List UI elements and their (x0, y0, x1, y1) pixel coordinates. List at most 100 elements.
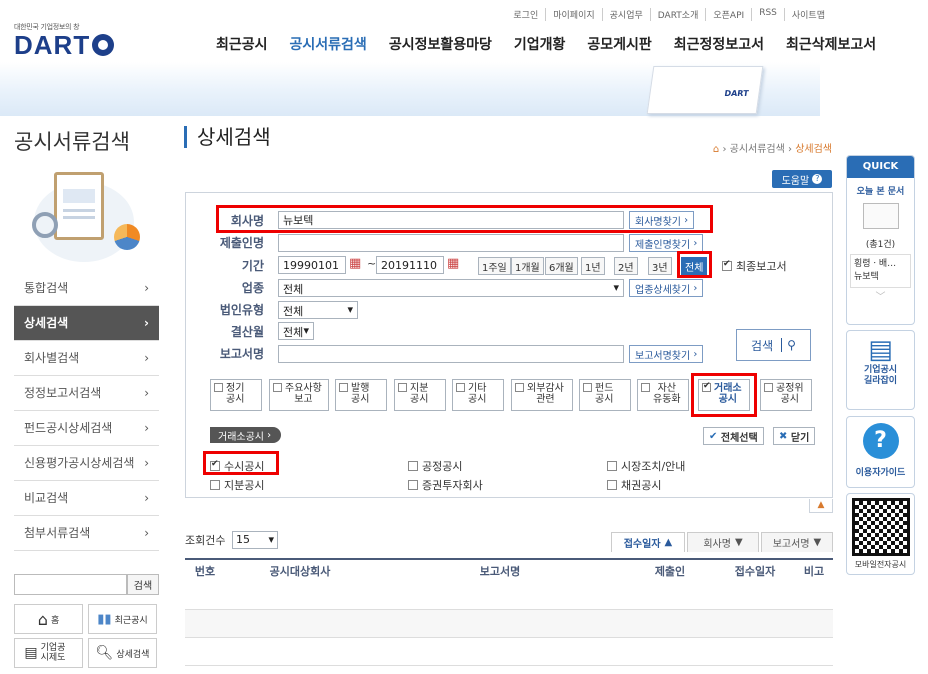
mobile-qr[interactable]: 모바일전자공시 (846, 493, 915, 575)
corp-type-select[interactable]: 전체 ▾ (278, 301, 358, 319)
sub-fair[interactable]: 공정공시 (408, 458, 462, 474)
company-find-button[interactable]: 회사명찾기 › (629, 211, 695, 229)
gnb-company[interactable]: 기업개황 (514, 34, 566, 54)
sub-label: 수시공시 (224, 460, 265, 473)
menu-fund[interactable]: 펀드공시상세검색 › (14, 411, 159, 446)
left-search-input[interactable] (14, 574, 127, 595)
submitter-input[interactable] (278, 234, 624, 252)
period-1y[interactable]: 1년 (581, 257, 605, 275)
gnb-corrected[interactable]: 최근정정보고서 (674, 34, 764, 54)
logo-text: DART (14, 30, 91, 60)
calendar-icon[interactable]: ▦ (447, 256, 459, 271)
checkbox-icon (641, 383, 650, 392)
company-label: 회사명 (230, 214, 264, 228)
menu-attach[interactable]: 첨부서류검색 › (14, 516, 159, 551)
crumb-search[interactable]: 공시서류검색 (730, 144, 785, 155)
close-button[interactable]: ✖ 닫기 (773, 427, 816, 445)
sort-down-icon: ▼ (734, 537, 743, 548)
date-from-input[interactable] (278, 256, 346, 274)
cat-other[interactable]: 기타 공시 (452, 379, 504, 411)
sort-report[interactable]: 보고서명 ▼ (761, 532, 833, 552)
menu-company[interactable]: 회사별검색 › (14, 341, 159, 376)
cat-major[interactable]: 주요사항 보고 (269, 379, 329, 411)
quick-system[interactable]: ▤ 기업공시제도 (14, 638, 83, 668)
calendar-icon[interactable]: ▦ (349, 256, 361, 271)
dart-logo[interactable]: DART (14, 30, 115, 61)
gnb-deleted[interactable]: 최근삭제보고서 (786, 34, 876, 54)
date-to-input[interactable] (376, 256, 444, 274)
period-1w[interactable]: 1주일 (478, 257, 511, 275)
util-mypage[interactable]: 마이페이지 (545, 8, 601, 21)
submitter-find-button[interactable]: 제출인명찾기 › (629, 234, 704, 252)
home-icon[interactable]: ⌂ (713, 144, 719, 155)
checkbox-icon (722, 259, 732, 271)
chevron-down-icon[interactable]: ﹀ (847, 288, 914, 303)
period-2y[interactable]: 2년 (614, 257, 638, 275)
btn-label: 닫기 (790, 432, 810, 444)
gnb-search[interactable]: 공시서류검색 (290, 34, 367, 54)
recent-doc[interactable]: 횡령ㆍ배… 뉴보텍 (850, 254, 911, 288)
industry-select[interactable]: 전체 ▾ (278, 279, 624, 297)
gnb-recent[interactable]: 최근공시 (216, 34, 268, 54)
settle-label: 결산월 (230, 325, 264, 339)
menu-corrected[interactable]: 정정보고서검색 › (14, 376, 159, 411)
sort-company[interactable]: 회사명 ▼ (687, 532, 759, 552)
select-all-button[interactable]: ✔ 전체선택 (703, 427, 764, 445)
collapse-up-icon[interactable]: ▲ (809, 499, 833, 513)
period-1m[interactable]: 1개월 (511, 257, 544, 275)
cat-issue[interactable]: 발행 공시 (335, 379, 387, 411)
sub-label: 시장조치/안내 (621, 460, 686, 473)
sub-regular[interactable]: 수시공시 (210, 458, 264, 474)
sub-equity[interactable]: 지분공시 (210, 477, 264, 493)
cat-fund[interactable]: 펀드 공시 (579, 379, 631, 411)
report-label: 보고서명 (219, 347, 264, 361)
sort-date[interactable]: 접수일자 ▲ (611, 532, 685, 552)
cat-regular[interactable]: 정기 공시 (210, 379, 262, 411)
left-search-button[interactable]: 검색 (127, 574, 159, 595)
util-work[interactable]: 공시업무 (601, 8, 650, 21)
guide-user[interactable]: ? 이용자가이드 (846, 416, 915, 488)
menu-detail[interactable]: 상세검색 › (14, 306, 159, 341)
sub-bond[interactable]: 채권공시 (607, 477, 661, 493)
period-all[interactable]: 전체 (681, 257, 708, 275)
count-select[interactable]: 15 ▾ (232, 531, 278, 549)
checkbox-icon (210, 459, 220, 471)
report-find-button[interactable]: 보고서명찾기 › (629, 345, 704, 363)
cat-ftc[interactable]: 공정위 공시 (760, 379, 812, 411)
util-about[interactable]: DART소개 (649, 8, 706, 21)
util-login[interactable]: 로그인 (506, 8, 545, 21)
menu-integrated[interactable]: 통합검색 › (14, 271, 159, 306)
menu-compare[interactable]: 비교검색 › (14, 481, 159, 516)
util-openapi[interactable]: 오픈API (705, 8, 751, 21)
quick-recent[interactable]: ▮▮ 최근공시 (88, 604, 157, 634)
period-3y[interactable]: 3년 (648, 257, 672, 275)
cat-label: 기타 공시 (468, 383, 487, 405)
checkbox-icon (607, 461, 617, 471)
btn-label: 보고서명찾기 (635, 350, 691, 362)
industry-find-button[interactable]: 업종상세찾기 › (629, 279, 704, 297)
cat-abs[interactable]: 자산 유동화 (637, 379, 689, 411)
chevron-right-icon: › (144, 316, 149, 330)
gnb-info[interactable]: 공시정보활용마당 (389, 34, 492, 54)
cat-exchange[interactable]: 거래소 공시 (698, 379, 750, 411)
help-button[interactable]: 도움말 ? (772, 170, 832, 188)
util-rss[interactable]: RSS (751, 8, 784, 21)
cat-audit[interactable]: 외부감사 관련 (511, 379, 573, 411)
report-input[interactable] (278, 345, 624, 363)
cat-equity[interactable]: 지분 공시 (394, 379, 446, 411)
company-input[interactable] (278, 211, 624, 229)
checkbox-icon (764, 383, 773, 392)
gnb-board[interactable]: 공모게시판 (587, 34, 651, 54)
settle-select[interactable]: 전체 ▾ (278, 322, 314, 340)
final-report-checkbox[interactable]: 최종보고서 (722, 258, 787, 274)
quick-detail[interactable]: 🔍︎ 상세검색 (88, 638, 157, 668)
period-6m[interactable]: 6개월 (545, 257, 578, 275)
util-sitemap[interactable]: 사이트맵 (783, 8, 832, 21)
quick-home[interactable]: ⌂ 홈 (14, 604, 83, 634)
sub-investment[interactable]: 증권투자회사 (408, 477, 483, 493)
guide-company[interactable]: ▤ 기업공시 길라잡이 (846, 330, 915, 410)
sort-up-icon: ▲ (664, 537, 673, 548)
sub-market[interactable]: 시장조치/안내 (607, 458, 685, 474)
menu-credit[interactable]: 신용평가공시상세검색 › (14, 446, 159, 481)
search-button[interactable]: 검색 ⚲ (736, 329, 811, 361)
